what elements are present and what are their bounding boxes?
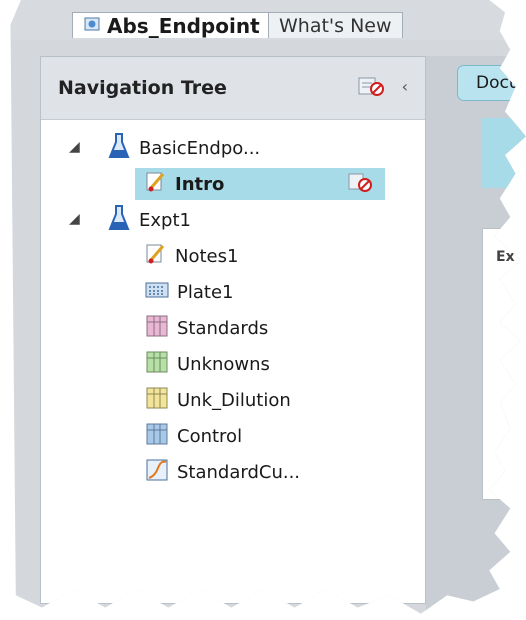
document-banner [482, 118, 526, 188]
tab-abs-endpoint[interactable]: Abs_Endpoint [72, 12, 271, 38]
flask-icon [107, 204, 131, 237]
experiment-card [482, 228, 526, 500]
experiment-file-icon [83, 14, 101, 38]
tab-label: Abs_Endpoint [107, 13, 260, 38]
navigation-tree-panel: Navigation Tree ‹ ◢ BasicEndpo... Intro … [40, 56, 426, 604]
tree-item-label: Plate1 [177, 281, 234, 303]
tree-item-label: Control [177, 425, 243, 447]
document-tab-bar: Abs_Endpoint What's New [10, 0, 526, 40]
collapse-panel-icon[interactable]: ‹ [402, 77, 408, 96]
tab-whats-new[interactable]: What's New [268, 12, 403, 38]
tree-item-unknowns[interactable]: Unknowns [145, 348, 270, 380]
tree-item-standardcurve[interactable]: StandardCu... [145, 456, 300, 488]
group-icon [145, 314, 169, 343]
plate-icon [145, 280, 169, 305]
tree-item-label: Notes1 [175, 245, 239, 267]
documents-tab[interactable]: Docu [457, 65, 526, 101]
tab-label: What's New [279, 14, 392, 37]
flask-icon [107, 132, 131, 165]
tree-item-label: Standards [177, 317, 269, 339]
tree-item-label: Unknowns [177, 353, 270, 375]
tree-item-expt1[interactable]: Expt1 [107, 204, 191, 236]
tree-item-notes1[interactable]: Notes1 [145, 240, 238, 272]
no-lock-icon [347, 171, 373, 198]
app-window: Abs_Endpoint What's New Docu Ex Navigati… [10, 0, 526, 614]
tree-item-standards[interactable]: Standards [145, 312, 268, 344]
note-icon [145, 170, 167, 199]
note-icon [145, 242, 167, 271]
tree-item-control[interactable]: Control [145, 420, 242, 452]
group-icon [145, 422, 169, 451]
navigation-tree-title: Navigation Tree [58, 77, 227, 99]
expand-arrow-icon[interactable]: ◢ [69, 211, 80, 227]
tree-item-label: Unk_Dilution [177, 389, 291, 411]
group-icon [145, 386, 169, 415]
expand-arrow-icon[interactable]: ◢ [69, 139, 80, 155]
navigation-tree-header: Navigation Tree ‹ [41, 57, 425, 120]
tree-item-label: Expt1 [139, 209, 191, 231]
tree-item-label: StandardCu... [177, 461, 301, 483]
tree-item-basicendpoint[interactable]: BasicEndpo... [107, 132, 260, 164]
graph-icon [145, 458, 169, 487]
tree-item-plate1[interactable]: Plate1 [145, 276, 233, 308]
group-icon [145, 350, 169, 379]
tree-item-unk-dilution[interactable]: Unk_Dilution [145, 384, 291, 416]
tree-item-label: Intro [175, 173, 225, 195]
no-lock-icon[interactable] [357, 74, 385, 102]
experiment-card-label: Ex [496, 249, 515, 265]
tree-item-intro[interactable]: Intro [135, 168, 385, 200]
tree-item-label: BasicEndpo... [139, 137, 261, 159]
